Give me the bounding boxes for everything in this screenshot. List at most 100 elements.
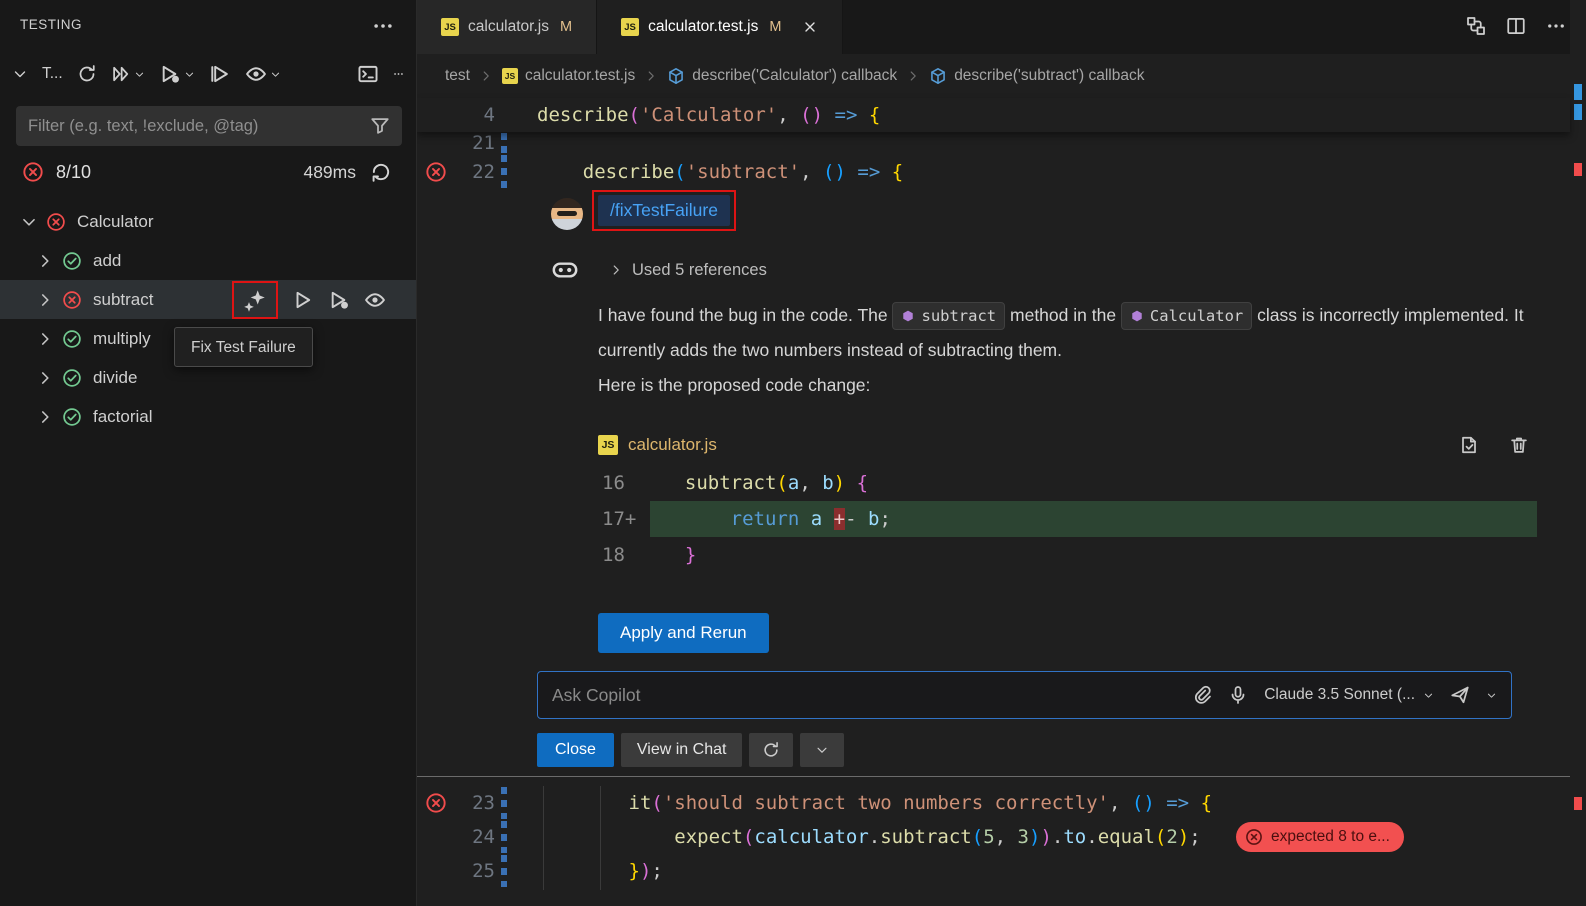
pass-circle-icon xyxy=(62,329,82,349)
annotation-highlight-box: /fixTestFailure xyxy=(592,190,736,231)
apply-in-editor-icon[interactable] xyxy=(1459,435,1479,455)
vscode-window: TESTING T... xyxy=(0,0,1586,906)
chevron-right-icon[interactable] xyxy=(36,330,54,348)
breadcrumb-item[interactable]: describe('Calculator') callback xyxy=(667,67,897,85)
chevron-right-icon xyxy=(609,263,623,277)
test-label: add xyxy=(93,251,121,271)
test-results-row: 8/10 489ms xyxy=(0,150,416,194)
pass-circle-icon xyxy=(62,407,82,427)
code-line-24: 24 expect(calculator.subtract(5, 3)).to.… xyxy=(417,820,1570,854)
chevron-right-icon[interactable] xyxy=(36,252,54,270)
section-label[interactable]: T... xyxy=(42,65,63,83)
play-icon[interactable] xyxy=(292,289,314,311)
discard-icon[interactable] xyxy=(1509,435,1529,455)
model-picker[interactable]: Claude 3.5 Sonnet (... xyxy=(1264,686,1434,704)
code-reference-chip[interactable]: subtract xyxy=(892,302,1005,330)
line-number: 22 xyxy=(443,154,495,190)
tabs: JScalculator.jsMJScalculator.test.jsM xyxy=(417,0,1586,54)
test-duration: 489ms xyxy=(303,162,356,183)
error-circle-icon xyxy=(62,290,82,310)
chat-input[interactable] xyxy=(538,685,1192,706)
chevron-down-icon xyxy=(134,69,145,80)
chevron-right-icon[interactable] xyxy=(36,291,54,309)
test-label: factorial xyxy=(93,407,153,427)
chevron-right-icon xyxy=(479,69,493,83)
attach-context-icon[interactable] xyxy=(1192,685,1212,705)
test-results-count: 8/10 xyxy=(56,162,91,183)
chat-command[interactable]: /fixTestFailure xyxy=(598,195,730,226)
more-actions-icon[interactable] xyxy=(372,15,394,37)
code-text: } xyxy=(650,537,1537,573)
tab-calculator-test-js[interactable]: JScalculator.test.jsM xyxy=(597,0,843,54)
filter-icon[interactable] xyxy=(370,116,390,136)
eye-icon[interactable] xyxy=(364,289,386,311)
send-icon[interactable] xyxy=(1450,685,1470,705)
references-row: Used 5 references xyxy=(537,256,1537,284)
test-item-add[interactable]: add xyxy=(0,241,416,280)
panel-title: TESTING xyxy=(20,17,82,32)
chat-options-button[interactable] xyxy=(800,733,844,767)
breadcrumb-item[interactable]: test xyxy=(445,67,470,85)
watch-tests-button[interactable] xyxy=(245,63,281,85)
test-item-subtract[interactable]: subtract xyxy=(0,280,416,319)
error-circle-icon xyxy=(22,161,44,183)
code-block-lines: 16 subtract(a, b) {17+ return a +- b;18 … xyxy=(598,465,1537,573)
code-block-filename[interactable]: calculator.js xyxy=(628,435,717,455)
tab-label: calculator.test.js xyxy=(648,18,758,36)
code-text: expect(calculator.subtract(5, 3)).to.equ… xyxy=(537,820,1201,854)
code-line-25: 25 }); xyxy=(417,854,1570,888)
test-item-factorial[interactable]: factorial xyxy=(0,397,416,436)
tab-bar: JScalculator.jsMJScalculator.test.jsM xyxy=(417,0,1586,54)
code-line-22: 22 describe('subtract', () => { xyxy=(417,154,1570,190)
breadcrumb: test JScalculator.test.js describe('Calcul… xyxy=(417,54,1570,98)
scrollbar[interactable] xyxy=(1570,0,1586,906)
run-all-icon xyxy=(111,64,131,84)
breadcrumb-item[interactable]: JScalculator.test.js xyxy=(502,67,635,85)
chevron-down-icon[interactable] xyxy=(12,66,28,82)
chevron-right-icon[interactable] xyxy=(36,408,54,426)
close-icon[interactable] xyxy=(802,19,818,35)
chevron-down-icon[interactable] xyxy=(20,213,38,231)
tab-calculator-js[interactable]: JScalculator.jsM xyxy=(417,0,597,54)
code-text: }); xyxy=(537,854,663,888)
code-reference-chip[interactable]: Calculator xyxy=(1121,302,1252,330)
filter-input[interactable] xyxy=(16,117,370,136)
code-line-4: 4describe('Calculator', () => { xyxy=(417,98,1570,132)
annotation-highlight-box xyxy=(232,281,278,319)
view-in-chat-button[interactable]: View in Chat xyxy=(621,733,743,767)
mic-icon[interactable] xyxy=(1228,685,1248,705)
breadcrumb-item[interactable]: describe('subtract') callback xyxy=(929,67,1144,85)
chevron-right-icon[interactable] xyxy=(36,369,54,387)
test-label: Calculator xyxy=(77,212,154,232)
chat-range-decoration xyxy=(501,787,507,819)
apply-and-rerun-button[interactable]: Apply and Rerun xyxy=(598,613,769,653)
widget-separator xyxy=(417,776,1570,777)
rerun-last-icon[interactable] xyxy=(370,161,392,183)
split-editor-icon[interactable] xyxy=(1506,16,1526,36)
sparkle-icon[interactable] xyxy=(243,288,267,312)
symbol-method-icon xyxy=(901,309,915,323)
overview-mark-modified xyxy=(1574,104,1582,120)
refresh-icon xyxy=(762,741,780,759)
refresh-tests-icon[interactable] xyxy=(77,64,97,84)
code-text: describe('Calculator', () => { xyxy=(537,98,880,132)
rerun-request-button[interactable] xyxy=(749,733,793,767)
references-toggle[interactable]: Used 5 references xyxy=(609,261,767,280)
open-panel-icon[interactable] xyxy=(357,63,379,85)
test-item-actions xyxy=(232,280,386,319)
run-tests-button[interactable] xyxy=(111,64,145,84)
test-item-calculator[interactable]: Calculator xyxy=(0,202,416,241)
test-error-annotation[interactable]: expected 8 to e... xyxy=(1236,822,1404,852)
testing-toolbar: T... xyxy=(0,52,416,96)
debug-tests-button[interactable] xyxy=(159,63,195,85)
more-actions-icon[interactable] xyxy=(393,65,404,83)
references-label: Used 5 references xyxy=(632,261,767,280)
compare-changes-icon[interactable] xyxy=(1466,16,1486,36)
close-button[interactable]: Close xyxy=(537,733,614,767)
debug-run-icon[interactable] xyxy=(328,289,350,311)
chevron-down-icon xyxy=(184,69,195,80)
send-options-chevron-icon[interactable] xyxy=(1486,690,1497,701)
run-coverage-icon[interactable] xyxy=(209,63,231,85)
more-actions-icon[interactable] xyxy=(1546,16,1566,36)
breadcrumb-label: describe('Calculator') callback xyxy=(692,67,897,85)
